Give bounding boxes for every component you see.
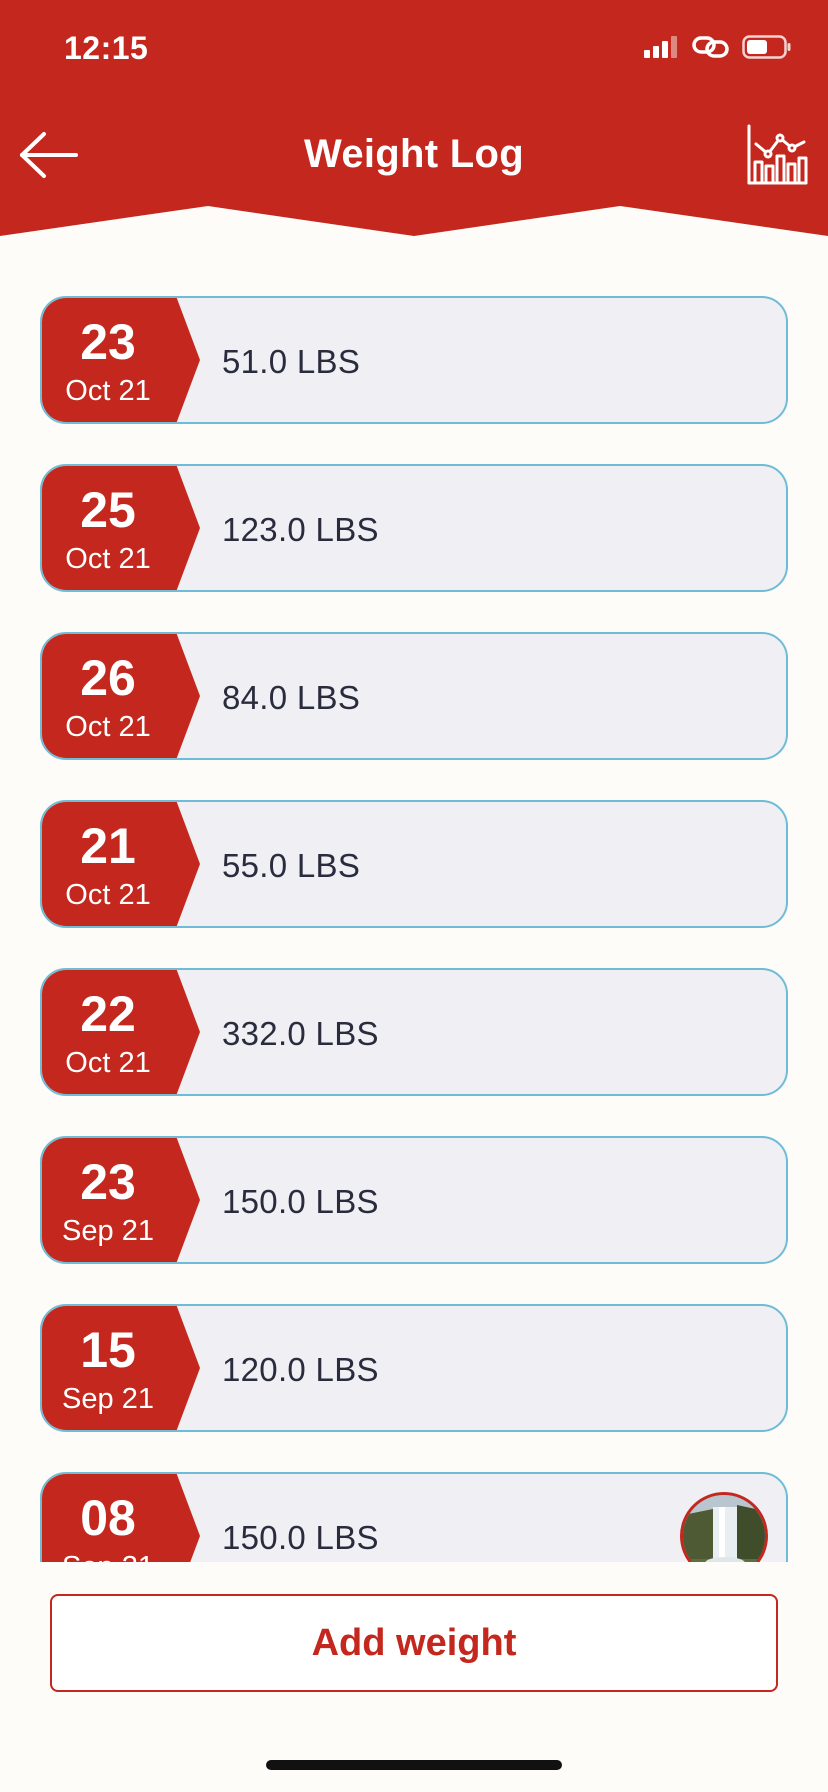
entry-month: Oct 21 [65, 543, 151, 575]
entry-day: 21 [80, 818, 136, 874]
date-tag: 08 Sep 21 [42, 1474, 200, 1562]
waterfall-photo-icon [683, 1495, 765, 1562]
header: 12:15 Weight Log [0, 0, 828, 240]
entry-day: 08 [80, 1490, 136, 1546]
entry-month: Oct 21 [65, 375, 151, 407]
entry-day: 25 [80, 482, 136, 538]
entry-weight: 55.0 LBS [222, 847, 361, 884]
date-tag: 25 Oct 21 [42, 466, 200, 590]
entry-weight: 150.0 LBS [222, 1519, 379, 1556]
weight-entry[interactable]: 26 Oct 21 84.0 LBS [40, 632, 788, 760]
weight-list[interactable]: 23 Oct 21 51.0 LBS 25 Oct 21 123.0 LBS 2… [40, 296, 788, 1562]
entry-month: Sep 21 [62, 1215, 154, 1247]
weight-entry[interactable]: 23 Oct 21 51.0 LBS [40, 296, 788, 424]
entry-day: 23 [80, 314, 136, 370]
weight-log-screen: 12:15 Weight Log 23 Oct 21 51.0 LBS 25 O… [0, 0, 828, 1792]
date-tag: 21 Oct 21 [42, 802, 200, 926]
entry-weight: 84.0 LBS [222, 679, 361, 716]
weight-entry[interactable]: 25 Oct 21 123.0 LBS [40, 464, 788, 592]
date-tag: 23 Oct 21 [42, 298, 200, 422]
entry-day: 26 [80, 650, 136, 706]
signal-icon [644, 36, 677, 58]
date-tag: 26 Oct 21 [42, 634, 200, 758]
entry-weight: 51.0 LBS [222, 343, 361, 380]
add-weight-button[interactable]: Add weight [50, 1594, 778, 1692]
entry-month: Sep 21 [42, 1550, 176, 1562]
entry-weight: 123.0 LBS [222, 511, 379, 548]
page-title: Weight Log [304, 132, 524, 176]
entry-day: 15 [80, 1322, 136, 1378]
date-tag: 15 Sep 21 [42, 1306, 200, 1430]
weight-entry[interactable]: 23 Sep 21 150.0 LBS [40, 1136, 788, 1264]
entry-month: Oct 21 [65, 879, 151, 911]
entry-month: Oct 21 [65, 711, 151, 743]
entry-weight: 120.0 LBS [222, 1351, 379, 1388]
photo-thumbnail[interactable] [680, 1492, 768, 1562]
entry-weight: 150.0 LBS [222, 1183, 379, 1220]
status-time: 12:15 [64, 30, 149, 66]
home-indicator [266, 1760, 562, 1770]
date-tag: 23 Sep 21 [42, 1138, 200, 1262]
entry-month: Sep 21 [62, 1383, 154, 1415]
battery-icon [742, 35, 791, 59]
weight-entry[interactable]: 22 Oct 21 332.0 LBS [40, 968, 788, 1096]
weight-entry[interactable]: 21 Oct 21 55.0 LBS [40, 800, 788, 928]
chart-button[interactable] [746, 124, 808, 186]
entry-day: 22 [80, 986, 136, 1042]
entry-day: 23 [80, 1154, 136, 1210]
entry-month: Oct 21 [65, 1047, 151, 1079]
date-tag: 22 Oct 21 [42, 970, 200, 1094]
status-icons [644, 34, 792, 60]
weight-entry[interactable]: 08 Sep 21 150.0 LBS [40, 1472, 788, 1562]
weight-entry[interactable]: 15 Sep 21 120.0 LBS [40, 1304, 788, 1432]
link-icon [692, 36, 729, 58]
entry-weight: 332.0 LBS [222, 1015, 379, 1052]
